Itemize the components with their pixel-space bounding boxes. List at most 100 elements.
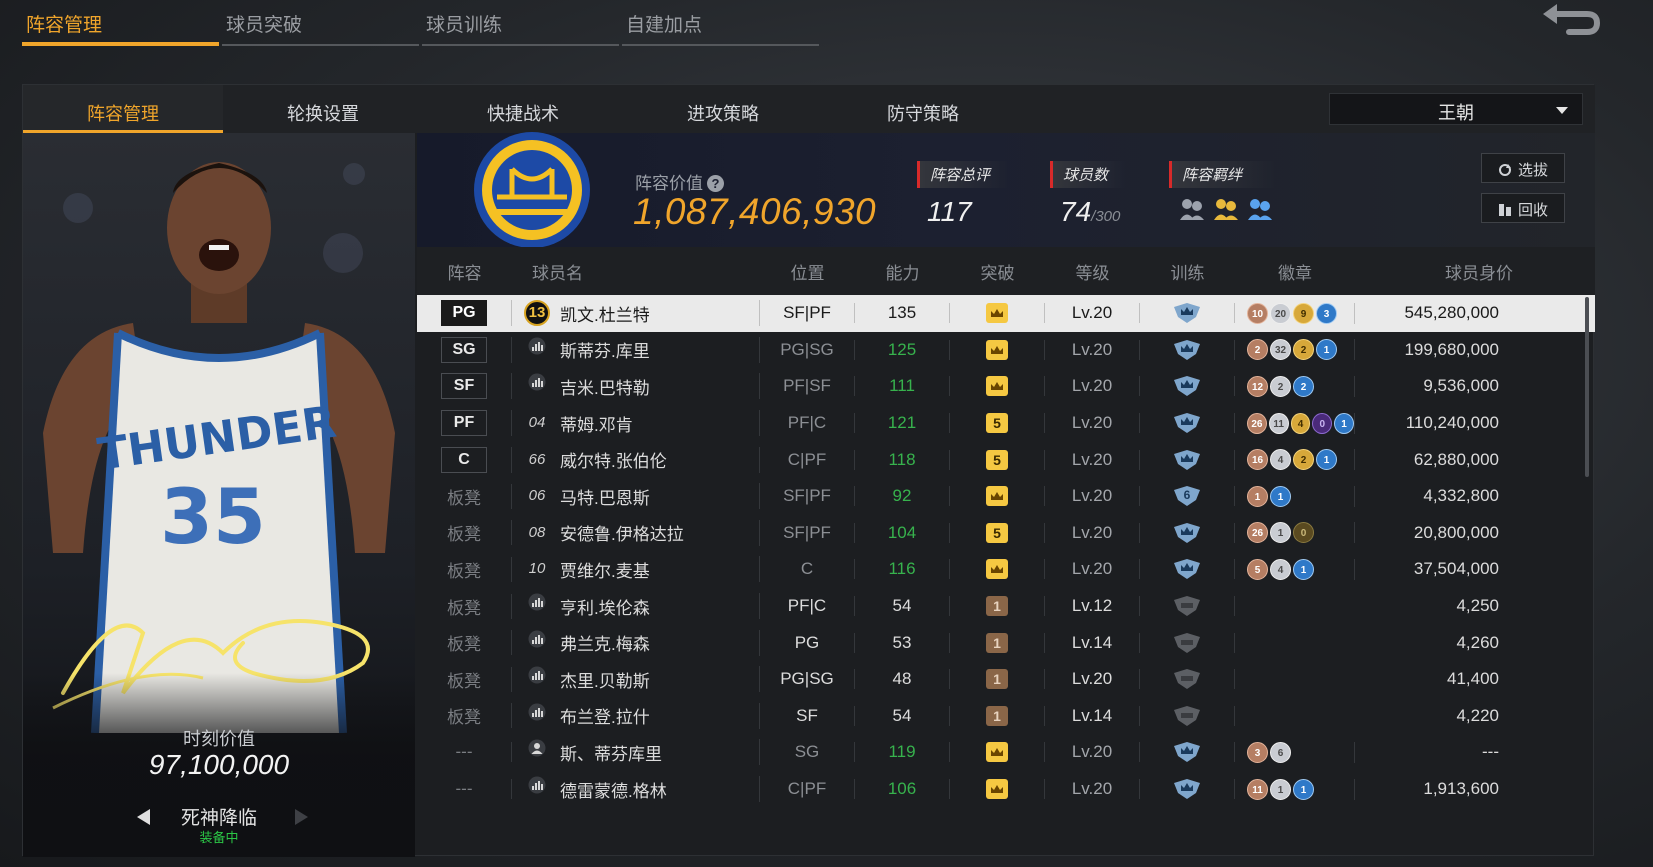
blue-badge-icon[interactable]: 1	[1270, 485, 1291, 507]
gold-badge-icon[interactable]: 4	[1290, 412, 1311, 434]
breakthrough-level-badge[interactable]: 1	[986, 632, 1008, 653]
blue-badge-icon[interactable]: 3	[1316, 302, 1337, 324]
breakthrough-level-badge[interactable]: 5	[986, 449, 1008, 470]
blue-badge-icon[interactable]: 1	[1334, 412, 1354, 434]
silver-badge-icon[interactable]: 11	[1268, 412, 1289, 434]
bond-gold-icon[interactable]	[1211, 196, 1241, 222]
slot-label[interactable]: ---	[456, 779, 473, 798]
training-shield-icon[interactable]	[1172, 303, 1202, 324]
table-row[interactable]: PF 04 蒂姆.邓肯 PF|C 121 5 Lv.20 26 11 4 0 1 110,240,000	[417, 405, 1595, 442]
blue-badge-icon[interactable]: 2	[1293, 375, 1314, 397]
player-name[interactable]: 亨利.埃伦森	[560, 594, 650, 619]
silver-badge-icon[interactable]: 6	[1270, 741, 1291, 763]
blue-badge-icon[interactable]: 1	[1293, 558, 1314, 580]
header-lineup[interactable]: 阵容	[417, 259, 512, 284]
top-tab-lineup[interactable]: 阵容管理	[22, 0, 219, 46]
slot-label[interactable]: ---	[456, 742, 473, 761]
breakthrough-level-badge[interactable]: 1	[986, 705, 1008, 726]
crown-icon[interactable]	[986, 303, 1008, 324]
table-row[interactable]: PG 13 凯文.杜兰特 SF|PF 135 Lv.20 10 20 9 3 545,280,000	[417, 295, 1595, 332]
table-row[interactable]: 板凳 08 安德鲁.伊格达拉 SF|PF 104 5 Lv.20 26 1 0 20,800,000	[417, 515, 1595, 552]
top-tab-custom-points[interactable]: 自建加点	[622, 0, 819, 46]
table-row[interactable]: 板凳 杰里.贝勒斯 PG|SG 48 1 Lv.20 41,400	[417, 661, 1595, 698]
silver-badge-icon[interactable]: 2	[1270, 375, 1291, 397]
bronze-badge-icon[interactable]: 26	[1247, 412, 1267, 434]
bronze-badge-icon[interactable]: 2	[1247, 339, 1268, 361]
table-row[interactable]: SF 吉米.巴特勒 PF|SF 111 Lv.20 12 2 2 9,536,000	[417, 368, 1595, 405]
breakthrough-level-badge[interactable]: 5	[986, 522, 1008, 543]
bronze-badge-icon[interactable]: 10	[1247, 302, 1268, 324]
player-name[interactable]: 杰里.贝勒斯	[560, 667, 650, 692]
table-row[interactable]: 板凳 弗兰克.梅森 PG 53 1 Lv.14 4,260	[417, 624, 1595, 661]
bronze-badge-icon[interactable]: 16	[1247, 449, 1268, 471]
slot-label[interactable]: 板凳	[447, 672, 481, 691]
header-badges[interactable]: 徽章	[1235, 259, 1355, 284]
training-shield-icon[interactable]	[1172, 376, 1202, 397]
gold-badge-icon[interactable]: 9	[1293, 302, 1314, 324]
training-shield-icon[interactable]	[1172, 632, 1202, 653]
bronze-badge-icon[interactable]: 11	[1247, 778, 1268, 800]
silver-badge-icon[interactable]: 4	[1270, 558, 1291, 580]
player-name[interactable]: 贾维尔.麦基	[560, 557, 650, 582]
player-name[interactable]: 吉米.巴特勒	[560, 374, 650, 399]
purple-badge-icon[interactable]: 0	[1312, 412, 1333, 434]
table-row[interactable]: 板凳 06 马特.巴恩斯 SF|PF 92 Lv.20 6 1 1 4,332,800	[417, 478, 1595, 515]
position-box[interactable]: C	[441, 446, 487, 473]
team-dropdown[interactable]: 王朝	[1329, 93, 1583, 125]
silver-badge-icon[interactable]: 1	[1270, 522, 1291, 544]
table-row[interactable]: 板凳 布兰登.拉什 SF 54 1 Lv.14 4,220	[417, 698, 1595, 735]
slot-label[interactable]: 板凳	[447, 525, 481, 544]
sub-tab-lineup[interactable]: 阵容管理	[23, 85, 223, 133]
crown-icon[interactable]	[986, 742, 1008, 763]
bronze-badge-icon[interactable]: 1	[1247, 485, 1268, 507]
position-box[interactable]: PG	[441, 300, 487, 327]
breakthrough-level-badge[interactable]: 1	[986, 596, 1008, 617]
crown-icon[interactable]	[986, 779, 1008, 800]
training-shield-icon[interactable]	[1172, 413, 1202, 434]
silver-badge-icon[interactable]: 4	[1270, 449, 1291, 471]
gold-badge-icon[interactable]: 2	[1293, 339, 1314, 361]
player-name[interactable]: 凯文.杜兰特	[560, 301, 650, 326]
header-player-name[interactable]: 球员名	[512, 259, 760, 284]
breakthrough-level-badge[interactable]: 5	[986, 413, 1008, 434]
table-row[interactable]: SG 斯蒂芬.库里 PG|SG 125 Lv.20 2 32 2 1 199,680,000	[417, 332, 1595, 369]
table-row[interactable]: C 66 威尔特.张伯伦 C|PF 118 5 Lv.20 16 4 2 1 62,880,000	[417, 441, 1595, 478]
bronze-badge-icon[interactable]: 26	[1247, 522, 1268, 544]
top-tab-breakthrough[interactable]: 球员突破	[222, 0, 419, 46]
silver-badge-icon[interactable]: 1	[1270, 778, 1291, 800]
bronze-badge-icon[interactable]: 3	[1247, 741, 1268, 763]
player-name[interactable]: 弗兰克.梅森	[560, 630, 650, 655]
header-ability[interactable]: 能力	[855, 259, 950, 284]
table-scrollbar[interactable]	[1585, 297, 1589, 477]
training-shield-icon[interactable]: 6	[1172, 486, 1202, 507]
bronze-badge-icon[interactable]: 5	[1247, 558, 1268, 580]
silver-badge-icon[interactable]: 20	[1270, 302, 1291, 324]
player-name[interactable]: 德雷蒙德.格林	[560, 777, 667, 802]
sub-tab-offense[interactable]: 进攻策略	[623, 85, 823, 133]
training-shield-icon[interactable]	[1172, 669, 1202, 690]
position-box[interactable]: SF	[441, 373, 487, 400]
bond-gray-icon[interactable]	[1177, 196, 1207, 222]
table-row[interactable]: 板凳 亨利.埃伦森 PF|C 54 1 Lv.12 4,250	[417, 588, 1595, 625]
crown-icon[interactable]	[986, 486, 1008, 507]
training-shield-icon[interactable]	[1172, 522, 1202, 543]
training-shield-icon[interactable]	[1172, 742, 1202, 763]
position-box[interactable]: PF	[441, 410, 487, 437]
slot-label[interactable]: 板凳	[447, 562, 481, 581]
player-name[interactable]: 安德鲁.伊格达拉	[560, 520, 684, 545]
position-box[interactable]: SG	[441, 336, 487, 363]
slot-label[interactable]: 板凳	[447, 635, 481, 654]
player-name[interactable]: 蒂姆.邓肯	[560, 411, 633, 436]
sub-tab-defense[interactable]: 防守策略	[823, 85, 1023, 133]
gold-badge-icon[interactable]: 2	[1293, 449, 1314, 471]
back-arrow-icon[interactable]	[1539, 2, 1601, 38]
player-name[interactable]: 布兰登.拉什	[560, 703, 650, 728]
training-shield-icon[interactable]	[1172, 559, 1202, 580]
bond-icons[interactable]	[1177, 196, 1275, 222]
bronze-badge-icon[interactable]: 12	[1247, 375, 1268, 397]
training-shield-icon[interactable]	[1172, 339, 1202, 360]
training-shield-icon[interactable]	[1172, 596, 1202, 617]
top-tab-training[interactable]: 球员训练	[422, 0, 619, 46]
blue-badge-icon[interactable]: 1	[1316, 339, 1337, 361]
select-button[interactable]: 选拔	[1481, 153, 1565, 183]
